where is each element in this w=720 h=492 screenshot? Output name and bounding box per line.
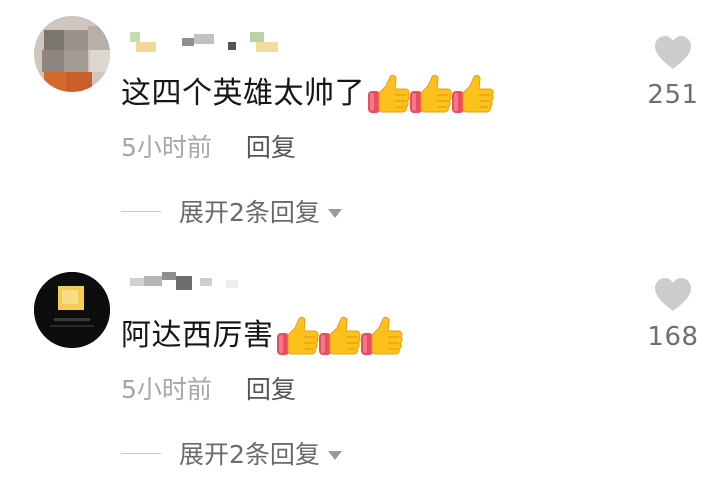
comment-item: 阿达西厉害 5小时前 回复 展开2条回复 168 (0, 250, 720, 492)
heart-icon[interactable] (654, 278, 692, 312)
reply-button[interactable]: 回复 (246, 374, 296, 406)
like-button[interactable]: 168 (640, 278, 706, 352)
expand-replies-button[interactable]: 展开2条回复 (121, 193, 342, 229)
heart-icon[interactable] (654, 36, 692, 70)
avatar[interactable] (34, 272, 110, 348)
comment-time: 5小时前 (121, 375, 212, 404)
comment-time: 5小时前 (121, 133, 212, 162)
caret-down-icon (327, 450, 342, 460)
expand-replies-label: 展开2条回复 (179, 198, 320, 227)
like-count: 251 (647, 80, 699, 110)
thumbs-up-emoji-group (367, 74, 493, 114)
thumbs-up-icon (451, 74, 495, 114)
thumbs-up-icon (276, 316, 320, 356)
thumbs-up-icon (318, 316, 362, 356)
username-blurred[interactable] (130, 28, 300, 58)
thumbs-up-icon (367, 74, 411, 114)
reply-button[interactable]: 回复 (246, 132, 296, 164)
comment-text: 这四个英雄太帅了 (121, 74, 493, 114)
like-count: 168 (647, 322, 699, 352)
divider-line (121, 452, 161, 454)
thumbs-up-icon (409, 74, 453, 114)
comment-text-content: 阿达西厉害 (121, 318, 274, 353)
username-blurred[interactable] (130, 270, 300, 300)
comment-text: 阿达西厉害 (121, 316, 402, 356)
expand-replies-button[interactable]: 展开2条回复 (121, 435, 342, 471)
comment-item: 这四个英雄太帅了 5小时前 回复 展开2条回复 251 (0, 0, 720, 250)
comment-meta: 5小时前 回复 (121, 132, 296, 164)
expand-replies-label: 展开2条回复 (179, 440, 320, 469)
thumbs-up-emoji-group (276, 316, 402, 356)
avatar[interactable] (34, 16, 110, 92)
divider-line (121, 210, 161, 212)
like-button[interactable]: 251 (640, 36, 706, 110)
comment-meta: 5小时前 回复 (121, 374, 296, 406)
comment-text-content: 这四个英雄太帅了 (121, 76, 365, 111)
caret-down-icon (327, 208, 342, 218)
thumbs-up-icon (360, 316, 404, 356)
